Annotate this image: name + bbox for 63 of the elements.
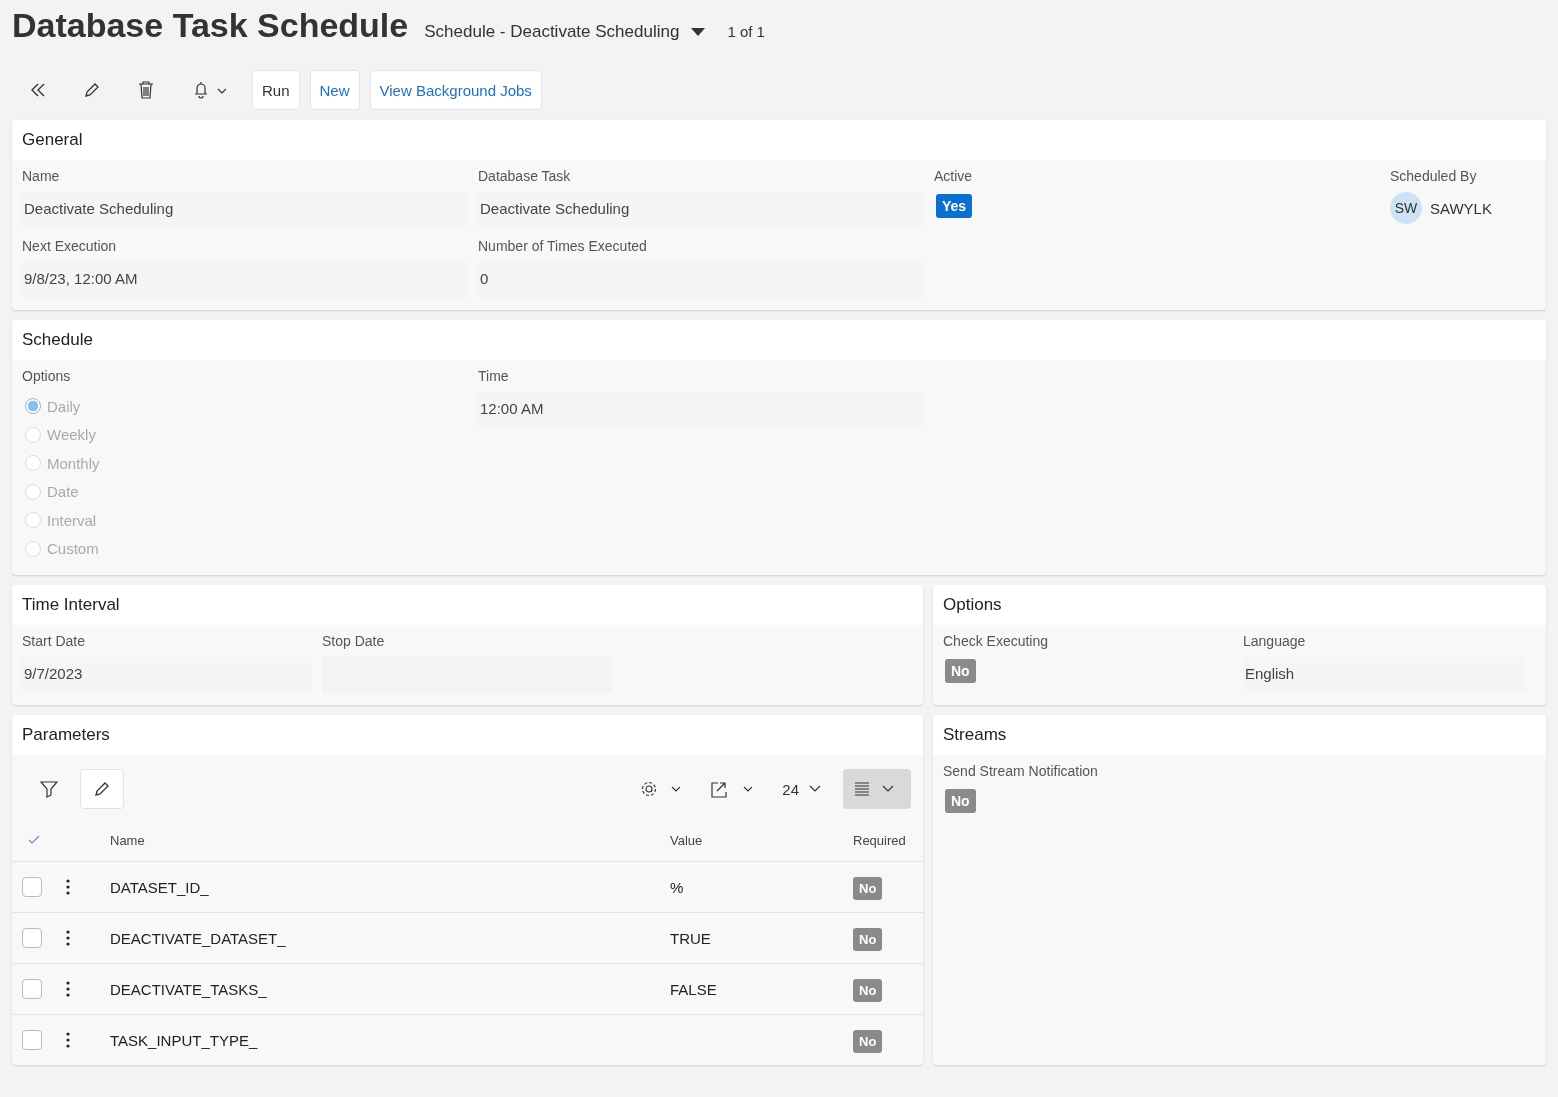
field-label: Send Stream Notification [943, 763, 1098, 779]
table-cell: FALSE [670, 980, 717, 998]
list-view-icon[interactable] [843, 769, 911, 809]
status-badge: No [853, 1029, 883, 1053]
check-icon [28, 835, 40, 845]
field-label: Stop Date [322, 633, 385, 649]
row-checkbox[interactable] [22, 1030, 42, 1050]
status-badge: No [945, 659, 976, 683]
radio-option[interactable]: Date [22, 477, 79, 506]
card-title: Streams [933, 715, 1546, 755]
field-label: Name [22, 168, 60, 184]
card-title: Time Interval [12, 585, 923, 625]
field-label: Number of Times Executed [478, 238, 647, 254]
row-checkbox[interactable] [22, 979, 42, 999]
toolbar-button[interactable]: View Background Jobs [369, 70, 542, 110]
column-header: Value [670, 832, 704, 848]
table-cell: DEACTIVATE_TASKS_ [110, 980, 267, 998]
radio-option[interactable]: Weekly [22, 420, 96, 449]
field-label: Active [934, 168, 973, 184]
radio-option[interactable]: Interval [22, 506, 97, 535]
card-title: General [12, 120, 1546, 160]
radio-option[interactable]: Monthly [22, 449, 100, 478]
page-title: Database Task Schedule [12, 6, 409, 45]
page-size-selector[interactable]: 24 [774, 772, 829, 806]
field-label: Start Date [22, 633, 86, 649]
field-label: Next Execution [22, 238, 117, 254]
card-title: Schedule [12, 320, 1546, 360]
row-checkbox[interactable] [22, 928, 42, 948]
field-label: Database Task [478, 168, 571, 184]
column-header: Name [110, 832, 146, 848]
more-icon[interactable] [66, 1032, 70, 1048]
chevron-down-icon [809, 785, 821, 793]
more-icon[interactable] [66, 981, 70, 997]
radio-option[interactable]: Daily [22, 392, 81, 421]
field-label: Scheduled By [1390, 168, 1477, 184]
column-header: Required [853, 832, 906, 848]
field-label: Check Executing [943, 633, 1049, 649]
avatar-initials: SW [1390, 192, 1422, 224]
table-cell: TRUE [670, 929, 711, 947]
field-label: Language [1243, 633, 1306, 649]
table-cell: % [670, 878, 684, 896]
radio-option[interactable]: Custom [22, 534, 99, 563]
status-badge: No [853, 876, 883, 900]
toolbar-button[interactable]: New [309, 70, 360, 110]
card-title: Parameters [12, 715, 923, 755]
card-title: Options [933, 585, 1546, 625]
table-cell: TASK_INPUT_TYPE_ [110, 1031, 258, 1049]
table-cell: DEACTIVATE_DATASET_ [110, 929, 286, 947]
toolbar-button[interactable]: Run [252, 70, 300, 110]
field-label: Options [22, 368, 71, 384]
table-cell: DATASET_ID_ [110, 878, 209, 896]
field-label: Time [478, 368, 509, 384]
status-badge: No [945, 789, 976, 813]
user-name: SAWYLK [1430, 199, 1492, 217]
record-selector[interactable]: Schedule - Deactivate Scheduling [424, 22, 706, 42]
pager-text: 1 of 1 [727, 23, 765, 40]
row-checkbox[interactable] [22, 877, 42, 897]
status-badge: No [853, 978, 883, 1002]
status-badge: No [853, 927, 883, 951]
status-badge: Yes [936, 194, 973, 218]
more-icon[interactable] [66, 879, 70, 895]
more-icon[interactable] [66, 930, 70, 946]
caret-icon [691, 28, 706, 36]
